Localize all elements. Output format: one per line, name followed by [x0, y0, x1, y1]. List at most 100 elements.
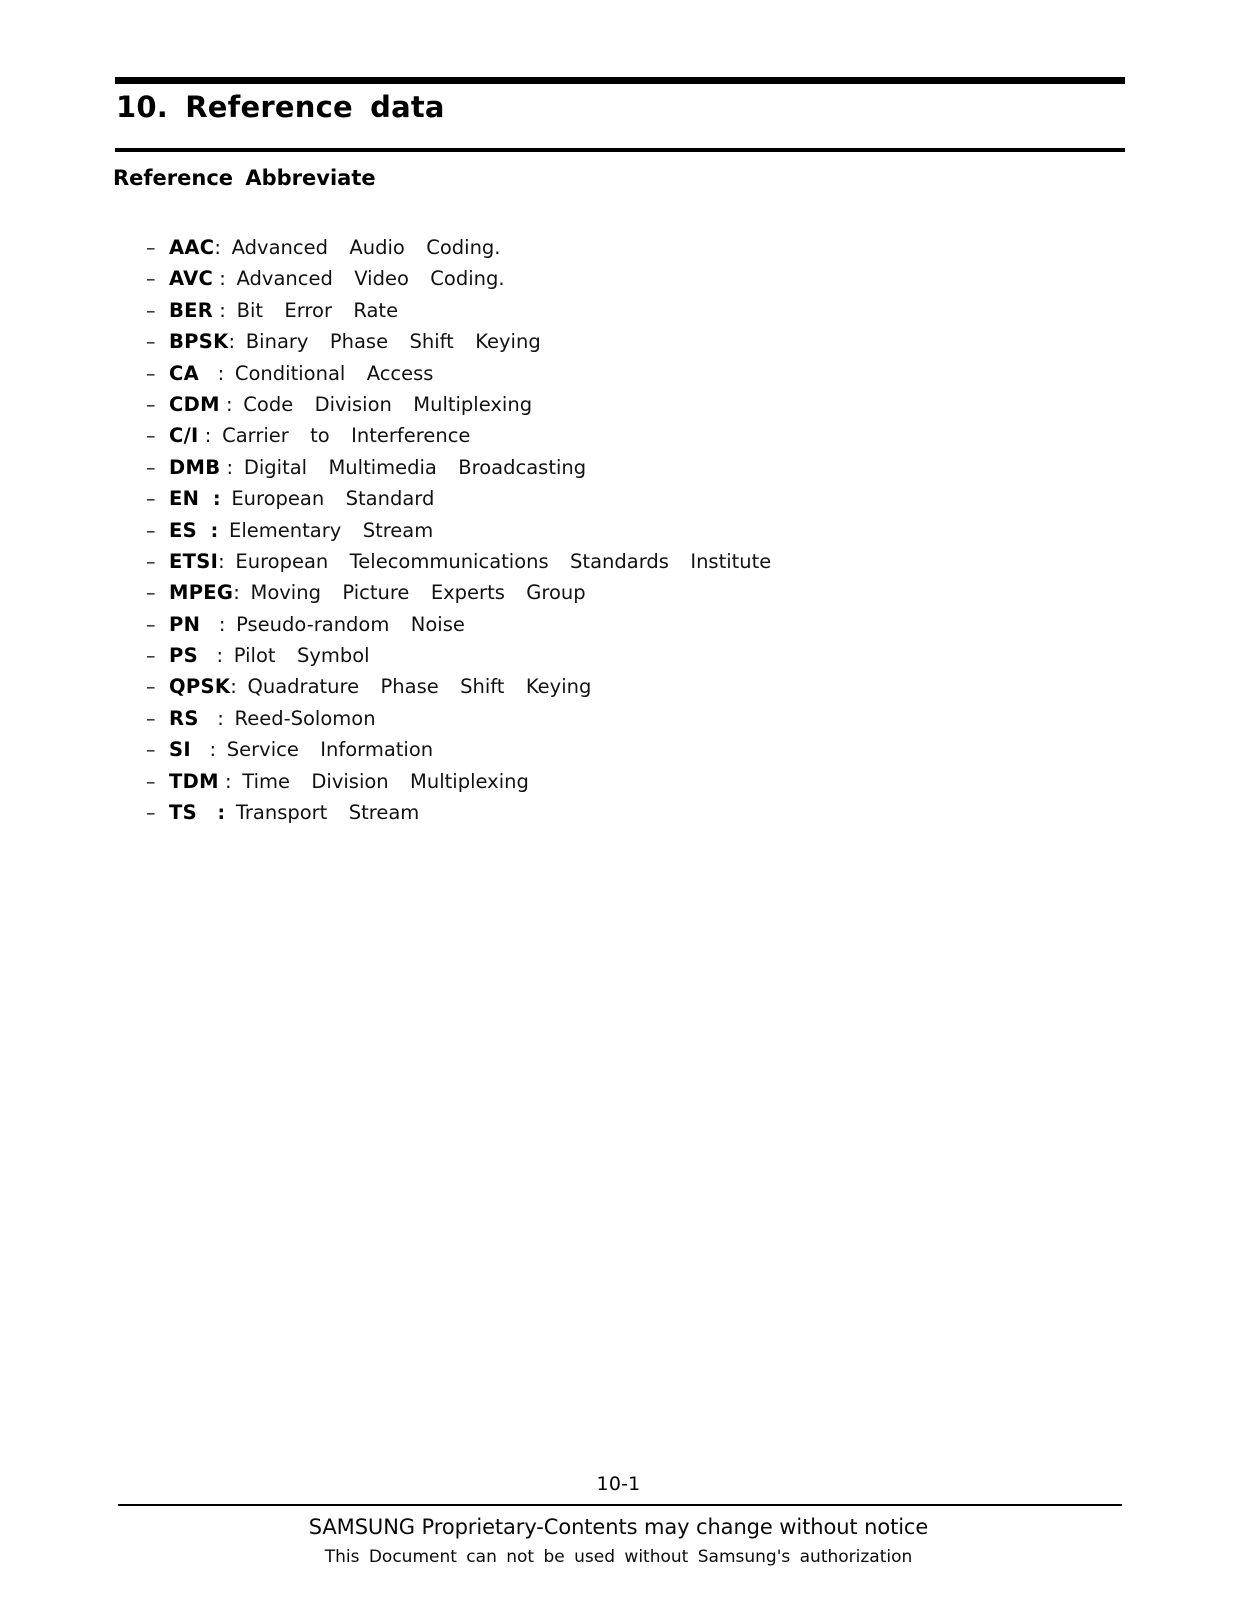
abbreviation-definition: Transport Stream	[225, 801, 420, 825]
abbreviation-separator: :	[233, 581, 240, 605]
section-heading: Reference Abbreviate	[113, 166, 376, 190]
abbreviation-term: ES	[169, 518, 197, 542]
abbreviation-term: PS	[169, 644, 198, 668]
abbreviation-term: ETSI	[169, 549, 219, 573]
abbreviation-separator: :	[220, 455, 234, 479]
abbreviation-separator: :	[199, 487, 221, 511]
list-item: – PN : Pseudo-random Noise	[146, 609, 1106, 640]
document-page: 10. Reference data Reference Abbreviate …	[0, 0, 1237, 1600]
list-item: – QPSK: Quadrature Phase Shift Keying	[146, 671, 1106, 702]
header-rule-top	[115, 77, 1125, 84]
abbreviation-separator: :	[198, 706, 224, 730]
dash-bullet-icon: –	[146, 425, 156, 448]
abbreviation-term: CDM	[169, 392, 220, 416]
abbreviation-term: PN	[169, 612, 201, 636]
footer-notice-secondary: This Document can not be used without Sa…	[324, 1547, 913, 1567]
list-item: – TS : Transport Stream	[146, 797, 1106, 828]
list-item: – AVC : Advanced Video Coding.	[146, 263, 1106, 294]
list-item: – CA : Conditional Access	[146, 358, 1106, 389]
abbreviation-separator: :	[218, 549, 225, 573]
abbreviation-definition: Elementary Stream	[218, 518, 434, 542]
page-number: 10-1	[0, 1473, 1237, 1495]
dash-bullet-icon: –	[146, 645, 156, 668]
abbreviation-term: TS	[169, 801, 197, 825]
abbreviation-separator: :	[228, 330, 236, 354]
list-item: – RS : Reed-Solomon	[146, 703, 1106, 734]
page-title: 10. Reference data	[116, 90, 445, 124]
abbreviation-definition: Quadrature Phase Shift Keying	[236, 675, 592, 699]
list-item: – BER : Bit Error Rate	[146, 295, 1106, 326]
page-number-value: 10-1	[592, 1473, 645, 1495]
dash-bullet-icon: –	[146, 770, 156, 793]
abbreviation-definition: Advanced Audio Coding.	[220, 236, 501, 259]
abbreviation-separator: :	[219, 392, 233, 416]
abbreviation-term: EN	[169, 487, 200, 511]
abbreviation-term: BPSK	[169, 330, 229, 354]
dash-bullet-icon: –	[146, 739, 156, 762]
abbreviation-term: CA	[169, 361, 200, 385]
footer-rule	[118, 1504, 1122, 1506]
dash-bullet-icon: –	[146, 362, 156, 385]
abbreviation-separator: :	[199, 361, 225, 385]
abbreviation-definition: European Telecommunications Standards In…	[224, 549, 772, 573]
abbreviation-definition: Service Information	[216, 738, 434, 762]
abbreviation-term: DMB	[169, 455, 221, 479]
list-item: – EN : European Standard	[146, 483, 1106, 514]
abbreviation-term: AVC	[169, 267, 214, 291]
abbreviation-term: MPEG	[169, 581, 234, 605]
abbreviation-separator: :	[200, 612, 226, 636]
abbreviation-definition: Bit Error Rate	[225, 298, 399, 322]
abbreviation-definition: Advanced Video Coding.	[225, 267, 505, 291]
dash-bullet-icon: –	[146, 519, 156, 542]
list-item: – BPSK: Binary Phase Shift Keying	[146, 326, 1106, 357]
footer-notice-primary: SAMSUNG Proprietary-Contents may change …	[308, 1515, 929, 1539]
abbreviation-separator: :	[218, 769, 232, 793]
abbreviation-separator: :	[196, 518, 219, 542]
list-item: – CDM : Code Division Multiplexing	[146, 389, 1106, 420]
list-item: – TDM : Time Division Multiplexing	[146, 766, 1106, 797]
dash-bullet-icon: –	[146, 393, 156, 416]
abbreviation-separator: :	[190, 738, 217, 762]
abbreviation-term: AAC	[169, 236, 215, 259]
abbreviation-definition: Time Division Multiplexing	[231, 769, 529, 793]
abbreviation-separator: :	[196, 801, 226, 825]
list-item: – ETSI: European Telecommunications Stand…	[146, 546, 1106, 577]
abbreviation-definition: Code Division Multiplexing	[232, 392, 533, 416]
abbreviation-separator: :	[213, 298, 226, 322]
abbreviation-definition: Pseudo-random Noise	[225, 612, 465, 636]
abbreviation-definition: Pilot Symbol	[223, 644, 370, 668]
list-item: – C/I : Carrier to Interference	[146, 420, 1106, 451]
dash-bullet-icon: –	[146, 268, 156, 291]
abbreviation-separator: :	[198, 424, 212, 448]
dash-bullet-icon: –	[146, 613, 156, 636]
dash-bullet-icon: –	[146, 456, 156, 479]
dash-bullet-icon: –	[146, 488, 156, 511]
dash-bullet-icon: –	[146, 550, 156, 573]
abbreviation-definition: Digital Multimedia Broadcasting	[233, 455, 587, 479]
abbreviation-definition: Moving Picture Experts Group	[239, 581, 586, 605]
abbreviation-definition: Conditional Access	[224, 361, 434, 385]
abbreviation-term: QPSK	[169, 675, 231, 699]
abbreviation-definition: European Standard	[220, 487, 435, 511]
list-item: – ES : Elementary Stream	[146, 515, 1106, 546]
abbreviation-term: SI	[169, 738, 191, 762]
abbreviation-separator: :	[213, 267, 226, 291]
dash-bullet-icon: –	[146, 331, 156, 354]
header-rule-bottom	[115, 148, 1125, 152]
list-item: – SI : Service Information	[146, 734, 1106, 765]
abbreviation-definition: Reed-Solomon	[223, 706, 376, 730]
dash-bullet-icon: –	[146, 237, 156, 259]
abbreviation-term: BER	[169, 298, 214, 322]
abbreviation-definition: Binary Phase Shift Keying	[235, 330, 541, 354]
abbreviation-definition: Carrier to Interference	[211, 424, 471, 448]
dash-bullet-icon: –	[146, 676, 156, 699]
dash-bullet-icon: –	[146, 802, 156, 825]
abbreviation-separator: :	[214, 236, 221, 259]
dash-bullet-icon: –	[146, 707, 156, 730]
dash-bullet-icon: –	[146, 299, 156, 322]
abbreviation-list: – AAC: Advanced Audio Coding. – AVC : Advan…	[146, 232, 1106, 828]
list-item: – AAC: Advanced Audio Coding.	[146, 232, 1106, 263]
abbreviation-separator: :	[197, 644, 224, 668]
dash-bullet-icon: –	[146, 582, 156, 605]
abbreviation-separator: :	[230, 675, 237, 699]
